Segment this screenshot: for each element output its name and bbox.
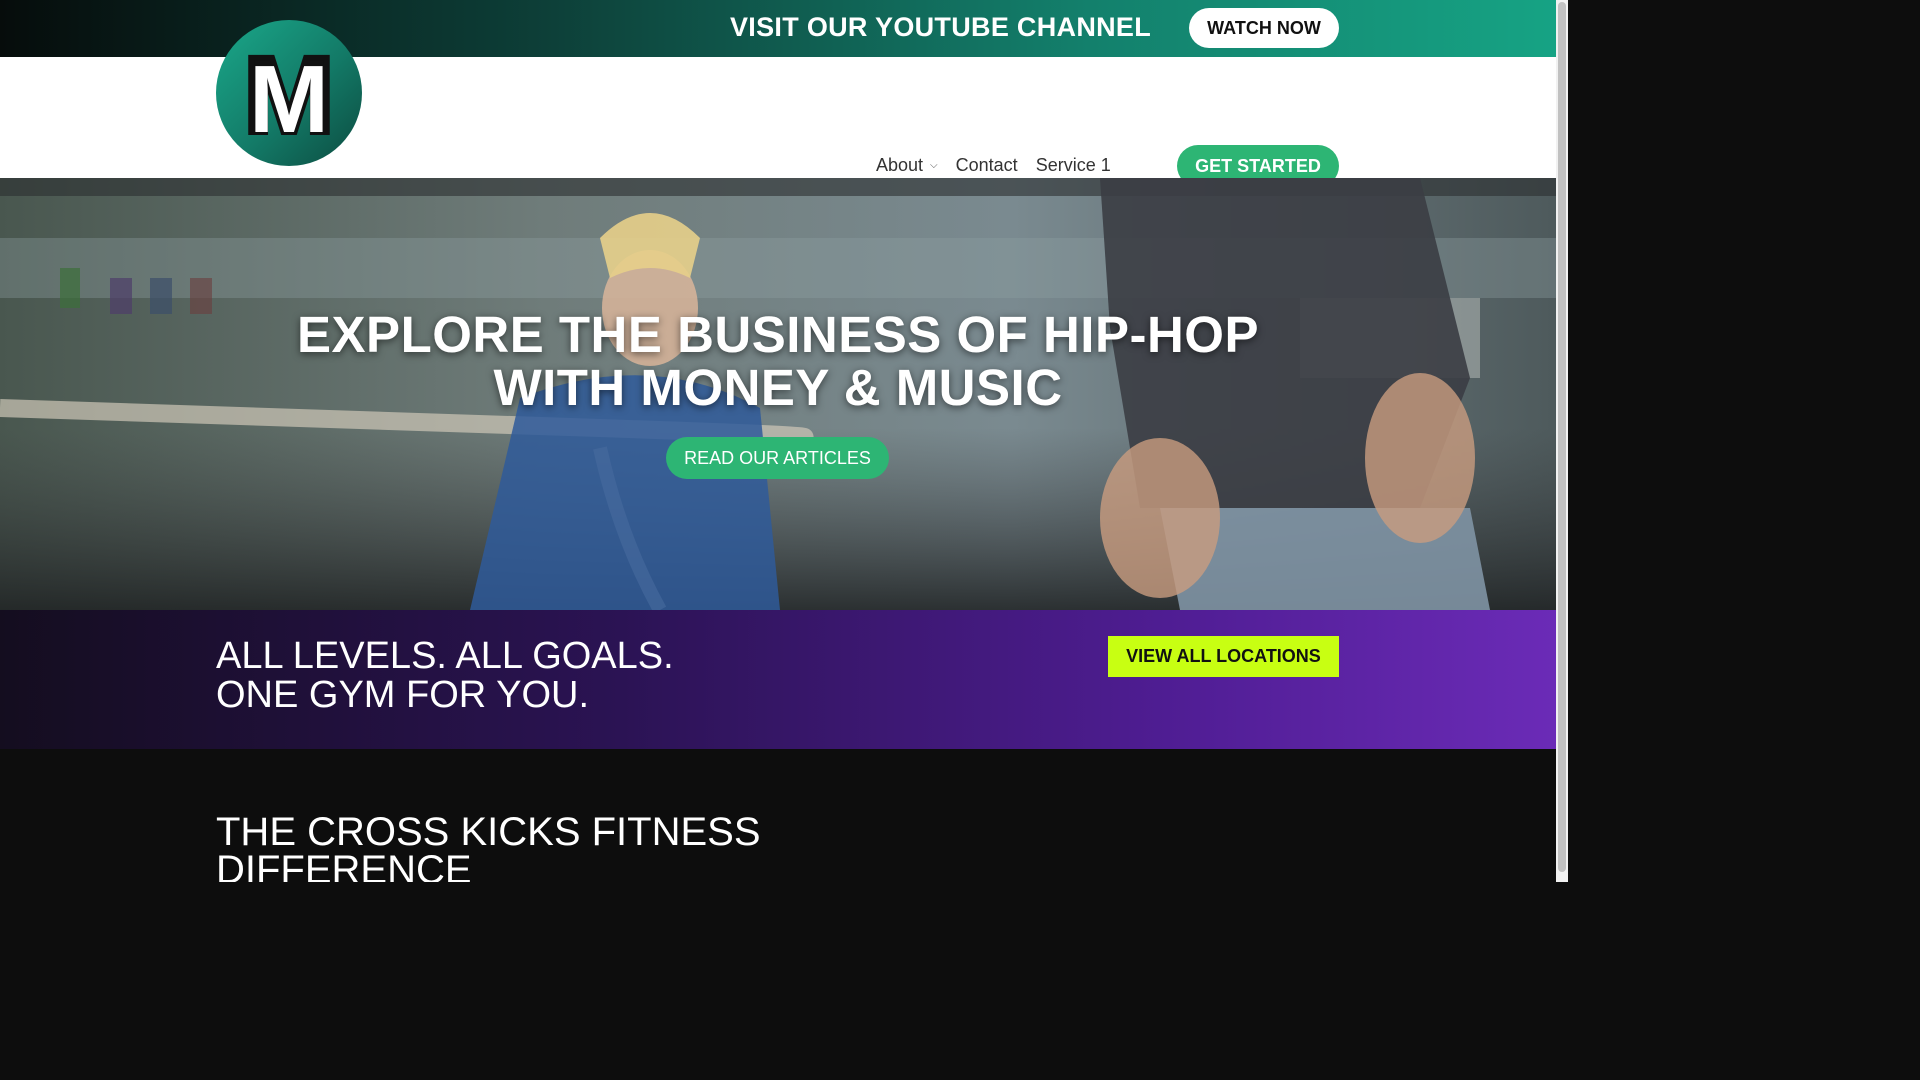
- difference-section: THE CROSS KICKS FITNESS DIFFERENCE: [0, 749, 1556, 882]
- nav-item-service-1[interactable]: Service 1: [1036, 155, 1111, 176]
- site-logo[interactable]: M M: [216, 20, 362, 166]
- hero-section: EXPLORE THE BUSINESS OF HIP-HOP WITH MON…: [0, 178, 1556, 610]
- scrollbar-thumb[interactable]: [1558, 2, 1566, 872]
- levels-banner: ALL LEVELS. ALL GOALS. ONE GYM FOR YOU. …: [0, 610, 1556, 749]
- page-scrollbar[interactable]: [1556, 0, 1568, 882]
- main-nav: About ⌵ Contact Service 1: [876, 155, 1111, 176]
- nav-item-label: Service 1: [1035, 155, 1111, 175]
- chevron-down-icon: ⌵: [930, 160, 938, 171]
- nav-item-label: Contact: [955, 155, 1018, 175]
- view-all-locations-button[interactable]: VIEW ALL LOCATIONS: [1108, 636, 1339, 677]
- levels-heading: ALL LEVELS. ALL GOALS. ONE GYM FOR YOU.: [216, 637, 674, 715]
- watch-now-button[interactable]: WATCH NOW: [1189, 8, 1339, 48]
- levels-heading-line-2: ONE GYM FOR YOU.: [216, 674, 590, 716]
- logo-letter-fill: M: [249, 46, 329, 153]
- difference-heading: THE CROSS KICKS FITNESS DIFFERENCE: [216, 810, 761, 882]
- nav-item-label: About: [876, 155, 924, 175]
- levels-heading-line-1: ALL LEVELS. ALL GOALS.: [216, 635, 674, 677]
- nav-item-contact[interactable]: Contact: [956, 155, 1018, 176]
- page: VISIT OUR YOUTUBE CHANNEL WATCH NOW Abou…: [0, 0, 1556, 882]
- hero-title: EXPLORE THE BUSINESS OF HIP-HOP WITH MON…: [297, 306, 1259, 416]
- promo-text: VISIT OUR YOUTUBE CHANNEL: [730, 12, 1152, 42]
- nav-item-about[interactable]: About ⌵: [876, 155, 938, 176]
- read-our-articles-button[interactable]: READ OUR ARTICLES: [666, 437, 889, 479]
